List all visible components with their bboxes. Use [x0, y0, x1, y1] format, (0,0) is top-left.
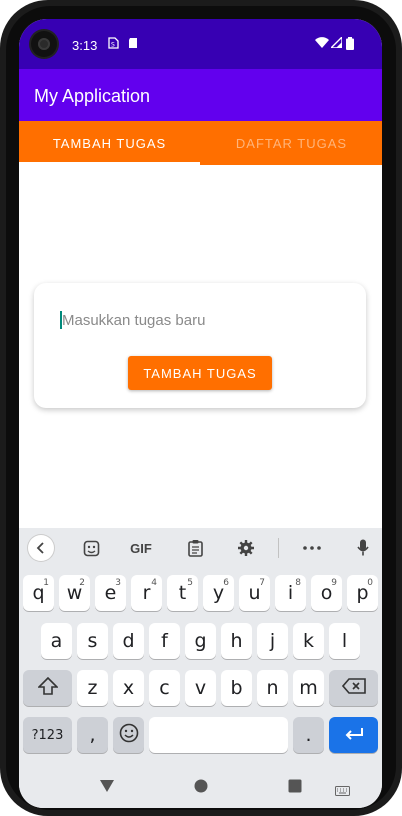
wifi-icon: [315, 37, 329, 51]
gif-icon[interactable]: GIF: [127, 538, 155, 558]
key-g[interactable]: g: [185, 623, 216, 659]
key-e[interactable]: e3: [95, 575, 126, 611]
key-f[interactable]: f: [149, 623, 180, 659]
key-z[interactable]: z: [77, 670, 108, 706]
tab-tambah-tugas[interactable]: TAMBAH TUGAS: [19, 121, 200, 165]
key-c[interactable]: c: [149, 670, 180, 706]
key-y[interactable]: y6: [203, 575, 234, 611]
key-x[interactable]: x: [113, 670, 144, 706]
backspace-key[interactable]: [329, 670, 378, 706]
task-input[interactable]: [60, 307, 342, 333]
soft-keyboard: GIF q1 w2 e3 r4 t5 y6 u7 i8 o9 p0 a s d …: [19, 528, 382, 808]
key-t[interactable]: t5: [167, 575, 198, 611]
key-h[interactable]: h: [221, 623, 252, 659]
app-bar: My Application: [19, 69, 382, 121]
back-nav-icon[interactable]: [99, 777, 115, 798]
key-n[interactable]: n: [257, 670, 288, 706]
clipboard-icon[interactable]: [185, 538, 205, 558]
key-j[interactable]: j: [257, 623, 288, 659]
key-o[interactable]: o9: [311, 575, 342, 611]
key-i[interactable]: i8: [275, 575, 306, 611]
main-content: TAMBAH TUGAS: [19, 165, 382, 528]
key-v[interactable]: v: [185, 670, 216, 706]
status-time: 3:13: [72, 38, 98, 53]
space-key[interactable]: [149, 717, 288, 753]
add-task-button[interactable]: TAMBAH TUGAS: [128, 356, 272, 390]
emoji-icon: [119, 723, 139, 748]
toolbar-divider: [278, 538, 279, 558]
comma-key[interactable]: ,: [77, 717, 108, 753]
recents-nav-icon[interactable]: [288, 777, 302, 798]
sd-card-icon: [128, 37, 138, 52]
status-bar: 3:13 S: [19, 19, 382, 69]
task-card: TAMBAH TUGAS: [34, 283, 366, 408]
key-s[interactable]: s: [77, 623, 108, 659]
emoji-key[interactable]: [113, 717, 144, 753]
key-w[interactable]: w2: [59, 575, 90, 611]
key-a[interactable]: a: [41, 623, 72, 659]
tab-daftar-tugas[interactable]: DAFTAR TUGAS: [201, 121, 382, 165]
sticker-icon[interactable]: [81, 538, 101, 558]
battery-icon: [346, 37, 354, 53]
sim-icon: S: [108, 37, 119, 52]
keyboard-switch-icon[interactable]: [335, 780, 350, 801]
svg-text:S: S: [111, 42, 115, 49]
more-icon[interactable]: [301, 538, 323, 558]
key-d[interactable]: d: [113, 623, 144, 659]
period-key[interactable]: .: [293, 717, 324, 753]
signal-icon: [329, 35, 343, 51]
enter-icon: [344, 724, 364, 746]
symbols-key[interactable]: ?123: [23, 717, 72, 753]
backspace-icon: [341, 677, 366, 699]
tab-bar: TAMBAH TUGAS DAFTAR TUGAS: [19, 121, 382, 165]
key-m[interactable]: m: [293, 670, 324, 706]
keyboard-toolbar: GIF: [19, 528, 382, 568]
home-nav-icon[interactable]: [194, 777, 208, 798]
key-p[interactable]: p0: [347, 575, 378, 611]
camera-icon: [31, 31, 57, 57]
key-b[interactable]: b: [221, 670, 252, 706]
settings-icon[interactable]: [236, 538, 256, 558]
key-l[interactable]: l: [329, 623, 360, 659]
back-icon[interactable]: [28, 535, 54, 561]
shift-key[interactable]: [23, 670, 72, 706]
key-k[interactable]: k: [293, 623, 324, 659]
shift-icon: [36, 676, 59, 700]
key-r[interactable]: r4: [131, 575, 162, 611]
text-cursor: [60, 311, 62, 329]
phone-screen: 3:13 S My Application TAMBAH TUGAS DAFTA…: [19, 19, 382, 808]
mic-icon[interactable]: [354, 538, 372, 558]
enter-key[interactable]: [329, 717, 378, 753]
navigation-bar: [19, 769, 382, 808]
app-title: My Application: [34, 86, 151, 106]
key-q[interactable]: q1: [23, 575, 54, 611]
key-u[interactable]: u7: [239, 575, 270, 611]
